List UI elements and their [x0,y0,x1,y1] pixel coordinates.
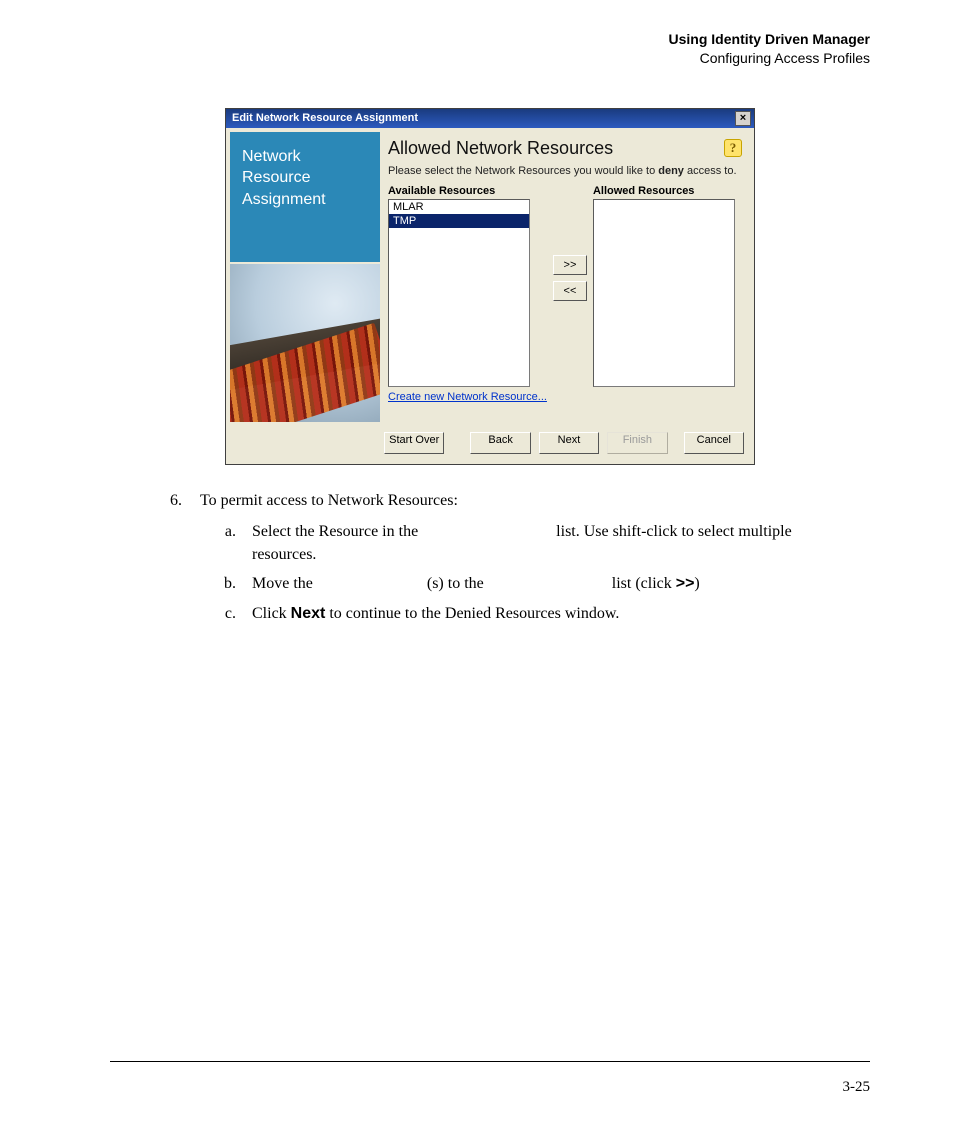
text: to continue to the Denied Resources wind… [325,605,619,622]
instruction-steps: 6. To permit access to Network Resources… [160,489,810,625]
substep-b-body: Move the (s) to the list (click >>) [252,572,810,595]
instruction-bold: deny [658,165,684,177]
substep-letter: a. [218,520,236,566]
close-icon[interactable]: × [735,111,751,126]
allowed-resources-label: Allowed Resources [593,185,735,197]
instruction-text: Please select the Network Resources you … [388,165,658,177]
text: (s) to the [427,575,488,592]
dialog-titlebar: Edit Network Resource Assignment × [226,109,754,128]
edit-network-resource-dialog: Edit Network Resource Assignment × Netwo… [225,108,755,465]
running-head: Using Identity Driven Manager Configurin… [110,30,870,68]
text: Move the [252,575,317,592]
substep-a-body: Select the Resource in the list. Use shi… [252,520,810,566]
step-lead: To permit access to Network Resources: [200,489,458,512]
create-network-resource-link[interactable]: Create new Network Resource... [388,391,547,403]
allowed-resources-listbox[interactable] [593,199,735,387]
substep-c-body: Click Next to continue to the Denied Res… [252,602,810,625]
substep-letter: b. [218,572,236,595]
back-button[interactable]: Back [470,432,530,454]
text: Click [252,605,291,622]
wizard-sidebar-title: NetworkResourceAssignment [230,132,380,262]
step-number: 6. [160,489,182,512]
list-item[interactable]: MLAR [389,200,529,214]
dialog-screenshot: Edit Network Resource Assignment × Netwo… [225,108,755,465]
move-right-button[interactable]: >> [553,255,587,275]
page-rule [110,1061,870,1062]
available-resources-listbox[interactable]: MLARTMP [388,199,530,387]
list-item[interactable]: TMP [389,214,529,228]
running-head-subtitle: Configuring Access Profiles [110,49,870,68]
cancel-button[interactable]: Cancel [684,432,744,454]
dialog-heading: Allowed Network Resources [388,138,613,159]
next-button[interactable]: Next [539,432,599,454]
available-resources-label: Available Resources [388,185,547,197]
text: Select the Resource in the [252,523,422,540]
substep-letter: c. [218,602,236,625]
text-bold: >> [676,575,695,592]
dialog-title: Edit Network Resource Assignment [232,112,418,124]
move-left-button[interactable]: << [553,281,587,301]
dialog-instruction: Please select the Network Resources you … [388,165,742,177]
start-over-button[interactable]: Start Over [384,432,444,454]
running-head-title: Using Identity Driven Manager [110,30,870,49]
text: ) [694,575,699,592]
text-bold: Next [291,605,326,622]
help-icon[interactable]: ? [724,139,742,157]
text: list (click [608,575,676,592]
finish-button: Finish [607,432,667,454]
wizard-sidebar-image [230,262,380,422]
instruction-text-suffix: access to. [684,165,737,177]
page-number: 3-25 [843,1079,871,1096]
